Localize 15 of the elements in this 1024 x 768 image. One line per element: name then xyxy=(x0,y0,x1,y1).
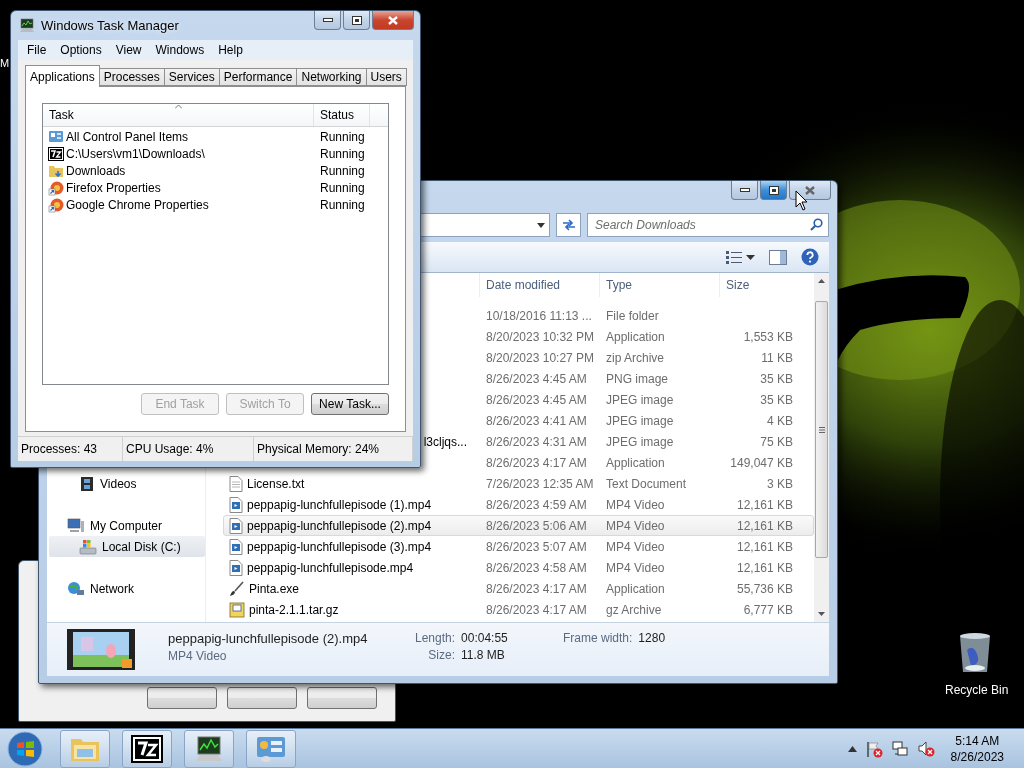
show-hidden-icons-button[interactable] xyxy=(847,745,857,752)
monitor-icon xyxy=(193,734,225,763)
taskbar-button[interactable] xyxy=(122,729,172,768)
caret-icon xyxy=(847,745,857,752)
network-icon[interactable] xyxy=(890,739,909,758)
start-button[interactable] xyxy=(4,729,46,768)
control-panel-icon xyxy=(255,734,287,763)
clock[interactable]: 5:14 AM 8/26/2023 xyxy=(950,732,1004,765)
seven-zip-icon xyxy=(131,734,163,763)
clock-time: 5:14 AM xyxy=(955,732,1000,749)
speaker-icon[interactable] xyxy=(916,739,935,758)
flag-icon[interactable] xyxy=(864,739,883,758)
clock-date: 8/26/2023 xyxy=(950,748,1004,765)
taskbar-button[interactable] xyxy=(184,729,234,768)
windows-logo-icon xyxy=(5,729,45,768)
